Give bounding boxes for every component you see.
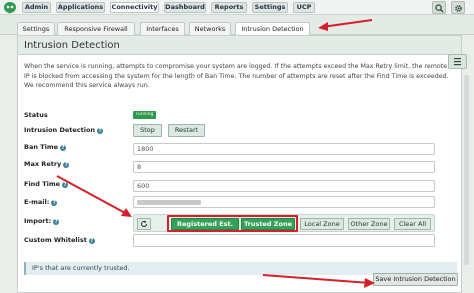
help-icon[interactable]: ? (88, 238, 95, 244)
freepbx-logo-icon[interactable] (3, 1, 17, 14)
top-navigation: Admin Applications Connectivity Dashboar… (0, 0, 474, 15)
find-time-label: Find Time? (24, 180, 69, 188)
nav-applications[interactable]: Applications (56, 2, 105, 13)
tab-intrusion-detection[interactable]: Intrusion Detection (235, 22, 310, 36)
gear-icon (455, 5, 462, 12)
ids-label: Intrusion Detection? (24, 126, 104, 134)
redacted-email (137, 200, 201, 205)
nav-admin[interactable]: Admin (22, 2, 51, 13)
restart-button[interactable]: Restart (168, 124, 205, 137)
other-zone-button[interactable]: Other Zone (348, 218, 390, 230)
custom-whitelist-label: Custom Whitelist? (24, 236, 95, 244)
local-zone-button[interactable]: Local Zone (300, 218, 344, 230)
save-intrusion-detection-button[interactable]: Save Intrusion Detection (373, 273, 458, 286)
ban-time-input[interactable]: 1800 (133, 143, 435, 155)
tab-networks[interactable]: Networks (189, 22, 231, 35)
help-icon[interactable]: ? (97, 128, 104, 134)
search-button[interactable] (432, 1, 446, 14)
highlight-box (167, 215, 298, 232)
panel-title: Intrusion Detection (18, 36, 461, 55)
nav-connectivity[interactable]: Connectivity (110, 2, 159, 13)
nav-settings[interactable]: Settings (252, 2, 288, 13)
tab-responsive-firewall[interactable]: Responsive Firewall (57, 22, 135, 35)
stop-button[interactable]: Stop (133, 124, 162, 137)
panel-description: When the service is running, attempts to… (24, 63, 449, 89)
help-icon[interactable]: ? (63, 162, 70, 168)
import-label: Import:? (24, 217, 60, 225)
clear-all-button[interactable]: Clear All (394, 218, 431, 230)
help-icon[interactable]: ? (62, 182, 69, 188)
import-button-group: Registered Est. IPs Trusted Zone Local Z… (133, 214, 435, 239)
page-scrollbar[interactable] (464, 75, 469, 265)
tab-settings[interactable]: Settings (17, 22, 55, 35)
search-icon (435, 4, 444, 13)
refresh-button[interactable] (137, 218, 151, 230)
help-icon[interactable]: ? (53, 219, 60, 225)
nav-ucp[interactable]: UCP (293, 2, 315, 13)
status-badge: running (133, 111, 157, 119)
email-label: E-mail:? (24, 198, 58, 206)
help-icon[interactable]: ? (60, 145, 67, 151)
sidebar-toggle-button[interactable] (448, 54, 467, 69)
module-tabs: Settings Responsive Firewall Interfaces … (0, 15, 474, 36)
intrusion-detection-panel: Intrusion Detection When the service is … (17, 35, 462, 293)
status-label: Status (24, 111, 48, 119)
nav-dashboard[interactable]: Dashboard (164, 2, 206, 13)
max-retry-input[interactable]: 8 (133, 161, 435, 173)
help-icon[interactable]: ? (51, 200, 58, 206)
nav-reports[interactable]: Reports (211, 2, 247, 13)
refresh-icon (141, 220, 147, 227)
find-time-input[interactable]: 600 (133, 180, 435, 192)
list-icon (454, 58, 461, 66)
email-input[interactable] (133, 196, 435, 208)
max-retry-label: Max Retry? (24, 160, 70, 168)
settings-button[interactable] (451, 1, 465, 14)
tab-interfaces[interactable]: Interfaces (140, 22, 185, 35)
custom-whitelist-input[interactable] (133, 234, 435, 247)
ban-time-label: Ban Time? (24, 143, 67, 151)
